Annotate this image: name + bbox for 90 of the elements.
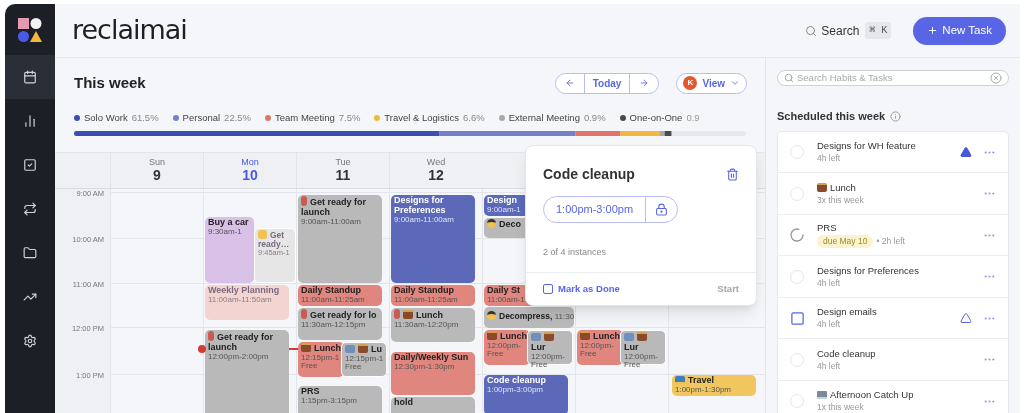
event-title: Daily/Weekly Sun [394,352,470,362]
event-time: 12:15pm-1 [301,353,341,363]
task-meta: 4h left [817,153,841,164]
legend-label: External Meeting [508,110,580,125]
user-avatar: K [683,76,698,91]
legend-label: Solo Work [84,110,128,125]
task-meta: 1x this week [817,402,864,413]
day-date: 12 [428,167,444,183]
free-label: Free [301,362,318,372]
task-title: Lunch [817,181,959,194]
event-title: Code cleanup [487,375,547,385]
event-time: 9:30am-1 [208,227,243,237]
event-title: Design [487,195,517,205]
task-title: Designs for WH feature [817,140,917,153]
task-title: PRS [817,222,838,235]
task-meta: 4h left [817,319,841,330]
day-weekday: Wed [426,157,446,168]
event-title: hold [394,397,414,408]
due-date-badge: due May 10 [817,235,874,248]
day-weekday: Mon [241,157,259,168]
task-meta: 3x this week [817,194,864,206]
event-title: Designs for Preferences [394,195,447,216]
event-title: Get ready for launch [208,330,275,353]
event-title: Buy a car [208,217,250,227]
popover-title: Code cleanup [543,165,635,184]
legend-share: 7.5% [338,110,361,125]
day-weekday: Tue [335,157,351,168]
event-time: 12:00pm- [487,341,522,351]
task-meta: 4h left [817,277,841,289]
task-meta: • 2h left [876,236,905,247]
event-title: Lunch [394,308,472,321]
event-time: 11:30 [554,311,575,321]
day-weekday: Sun [149,157,165,168]
legend-label: Travel & Logistics [384,110,459,125]
event-title: Lur [531,331,569,353]
section-title: Scheduled this week [777,109,886,125]
legend-share: 0.9 [686,110,700,125]
week-title: This week [74,73,146,93]
event-title: Daily Standup [301,285,361,295]
legend-share: 61.5% [131,110,159,125]
event-time: 11:30am-12:15pm [301,320,367,330]
free-label: Free [345,363,362,373]
event-time: 12:00pm- [624,352,659,362]
legend-share: 0.9% [583,110,606,125]
shortcut-key: ⌘ K [865,22,892,39]
day-date: 11 [335,167,351,183]
task-title: Design emails [817,306,878,319]
event-time: 12:00pm-2:00pm [208,352,270,362]
free-label: Free [487,350,504,360]
event-time: 9:00am-11:00am [301,217,362,227]
event-title: Get ready… [258,229,291,250]
event-time: 1:00pm-1:30pm [675,385,733,395]
task-title: Designs for Preferences [817,264,920,277]
event-title: Decompress, [487,310,553,321]
task-title: Code cleanup [817,347,877,360]
legend-label: Team Meeting [275,110,335,125]
event-title: PRS [301,386,321,397]
legend-share: 6.6% [463,110,485,125]
instances-text: 2 of 4 instances [543,246,608,259]
free-label: Free [580,350,597,360]
event-title: Lu [345,343,383,355]
legend-label: Personal [182,110,221,125]
event-time: 11:00am-1 [487,295,526,305]
event-time: 12:30pm-1:30pm [394,362,456,372]
day-date: 9 [153,167,161,183]
event-time: 12:00pm- [580,341,615,351]
event-title: Travel [675,375,753,386]
event-time: 11:00am-11:25am [394,295,459,305]
event-title: Lur [624,331,662,353]
day-date: 10 [242,167,258,183]
event-time: 11:00am-11:50am [208,295,272,305]
event-time: 11:30am-12:20pm [394,320,460,330]
task-title: Afternoon Catch Up [817,389,959,402]
event-title: Daily Standup [394,285,454,295]
task-meta: 4h left [817,360,841,372]
event-title: Get ready for launch [301,195,368,218]
logo-wordmark: reclaimai [72,13,187,48]
event-time: 9:00am-11:00am [394,215,455,225]
event-title: Weekly Planning [208,285,281,295]
event-title: Lunch [487,330,527,342]
legend-share: 22.5% [224,110,252,125]
event-title: Lunch [580,330,620,342]
legend-label: One-on-One [629,110,683,125]
event-title: Lunch [301,342,341,354]
event-time: 1:15pm-3:15pm [301,396,359,406]
event-title: Get ready for lo [301,308,379,321]
event-time: 12:15pm-1 [345,354,383,364]
event-time: 11:00am-11:25am [301,295,366,305]
event-time: 1:00pm-3:00pm [487,385,544,395]
event-time: 12:00pm- [531,352,566,362]
